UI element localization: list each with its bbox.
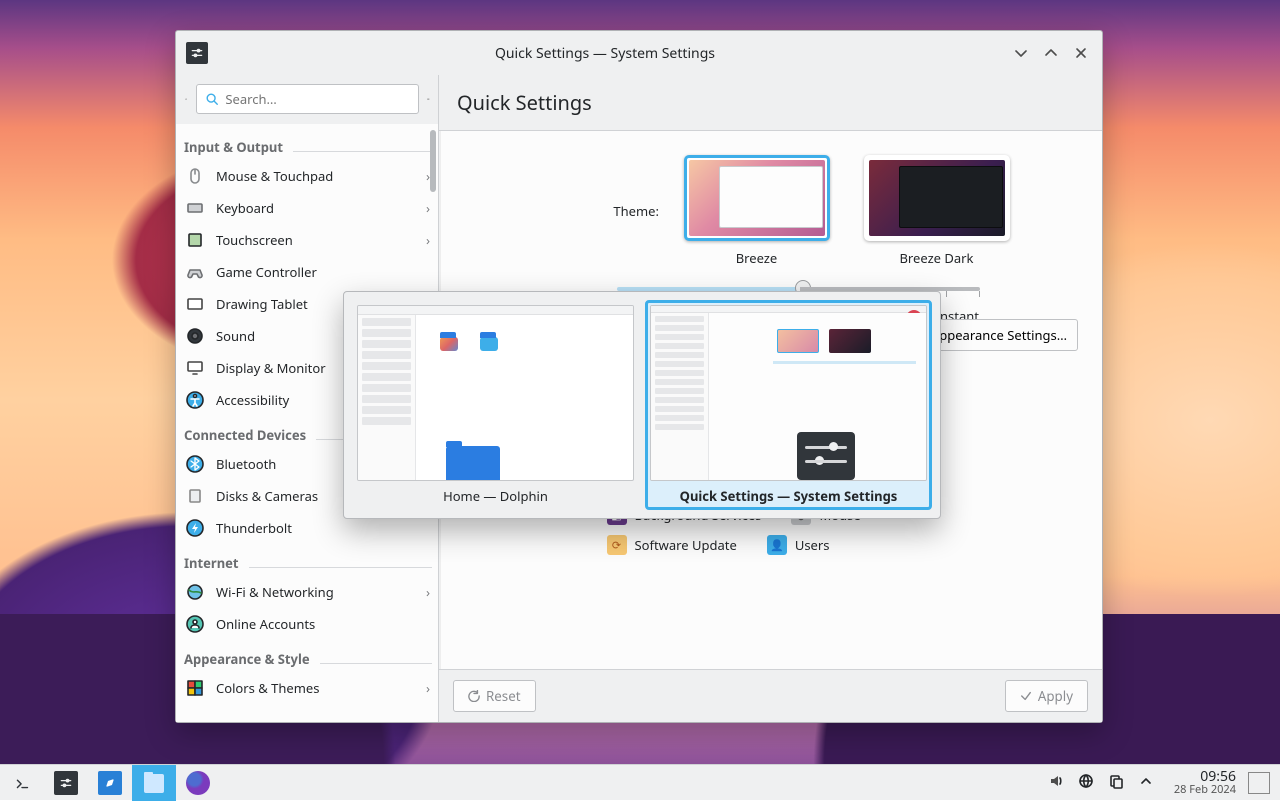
show-desktop-button[interactable]: [1248, 772, 1270, 794]
theme-option-breeze[interactable]: Breeze: [684, 155, 830, 267]
colors-icon: [186, 679, 204, 697]
most-used-users[interactable]: 👤Users: [767, 535, 830, 555]
panel[interactable]: 09:56 28 Feb 2024: [0, 764, 1280, 800]
most-used-software-update[interactable]: ⟳Software Update: [607, 535, 737, 555]
switcher-item-label: Home — Dolphin: [443, 487, 548, 505]
update-icon: ⟳: [607, 535, 627, 555]
hamburger-menu-button[interactable]: [427, 86, 430, 112]
page-title: Quick Settings: [439, 75, 1102, 130]
disk-icon: [186, 487, 204, 505]
switcher-thumbnail: [357, 305, 634, 481]
app-launcher-button[interactable]: [0, 765, 44, 801]
task-discover[interactable]: [88, 765, 132, 801]
window-title: Quick Settings — System Settings: [208, 44, 1002, 63]
search-field[interactable]: [196, 84, 419, 114]
sidebar-item-touchscreen[interactable]: Touchscreen›: [180, 224, 438, 256]
close-button[interactable]: [1070, 42, 1092, 64]
gamepad-icon: [186, 263, 204, 281]
system-tray[interactable]: [1036, 773, 1166, 793]
sound-icon: [186, 327, 204, 345]
globe-icon: [186, 583, 204, 601]
sidebar-item-keyboard[interactable]: Keyboard›: [180, 192, 438, 224]
volume-icon[interactable]: [1048, 773, 1064, 793]
switcher-item-system-settings[interactable]: ✕ Quick Settings — System Settings: [645, 300, 932, 510]
switcher-thumbnail: ✕: [650, 305, 927, 481]
accessibility-icon: [186, 391, 204, 409]
users-icon: 👤: [767, 535, 787, 555]
category-header: Appearance & Style: [180, 640, 314, 672]
network-icon[interactable]: [1078, 773, 1094, 793]
touchscreen-icon: [186, 231, 204, 249]
maximize-button[interactable]: [1040, 42, 1062, 64]
reset-button[interactable]: Reset: [453, 680, 536, 712]
monitor-icon: [186, 359, 204, 377]
sidebar-item-colors-themes[interactable]: Colors & Themes›: [180, 672, 438, 704]
task-dolphin[interactable]: [132, 765, 176, 801]
keyboard-icon: [186, 199, 204, 217]
home-button[interactable]: [184, 86, 188, 112]
thunderbolt-icon: [186, 519, 204, 537]
bluetooth-icon: [186, 455, 204, 473]
tray-expand-icon[interactable]: [1138, 773, 1154, 793]
sidebar-item-online-accounts[interactable]: Online Accounts: [180, 608, 438, 640]
switcher-item-dolphin[interactable]: Home — Dolphin: [352, 300, 639, 510]
sidebar-item-wifi-networking[interactable]: Wi-Fi & Networking›: [180, 576, 438, 608]
titlebar[interactable]: Quick Settings — System Settings: [176, 31, 1102, 75]
category-header: Connected Devices: [180, 416, 310, 448]
cloud-account-icon: [186, 615, 204, 633]
mouse-icon: [186, 167, 204, 185]
task-firefox[interactable]: [176, 765, 220, 801]
tablet-icon: [186, 295, 204, 313]
chevron-right-icon: ›: [426, 167, 430, 185]
clipboard-icon[interactable]: [1108, 773, 1124, 793]
sidebar-item-game-controller[interactable]: Game Controller: [180, 256, 438, 288]
footer: Reset Apply: [439, 669, 1102, 722]
app-icon: [186, 42, 208, 64]
search-input[interactable]: [225, 90, 410, 108]
switcher-item-label: Quick Settings — System Settings: [680, 487, 898, 505]
theme-option-breeze-dark[interactable]: Breeze Dark: [864, 155, 1010, 267]
category-header: Internet: [180, 544, 243, 576]
minimize-button[interactable]: [1010, 42, 1032, 64]
theme-thumbnail: [684, 155, 830, 241]
sidebar-item-mouse-touchpad[interactable]: Mouse & Touchpad›: [180, 160, 438, 192]
category-header: Input & Output: [180, 128, 287, 160]
task-system-settings[interactable]: [44, 765, 88, 801]
task-switcher[interactable]: Home — Dolphin ✕ Quick Settings — System…: [343, 291, 941, 519]
theme-thumbnail: [864, 155, 1010, 241]
search-icon: [205, 92, 219, 106]
apply-button[interactable]: Apply: [1005, 680, 1088, 712]
panel-clock[interactable]: 09:56 28 Feb 2024: [1166, 769, 1244, 796]
